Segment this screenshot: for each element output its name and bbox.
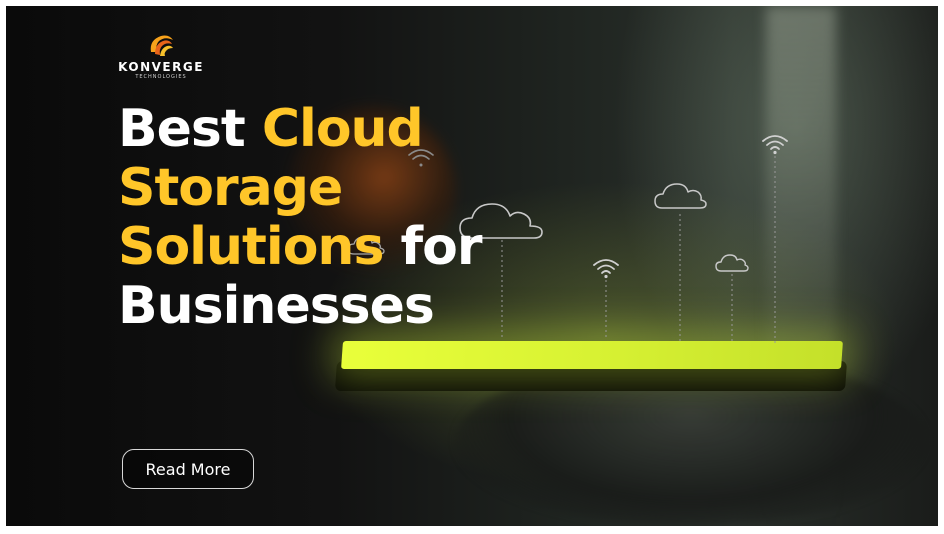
- dotted-connector: [678, 214, 682, 344]
- headline-text: Businesses: [118, 276, 435, 336]
- headline: Best Cloud Storage Solutions for Busines…: [118, 100, 483, 336]
- headline-text: Best: [118, 99, 262, 159]
- swirl-logo-icon: [150, 35, 173, 56]
- wifi-icon: [591, 256, 621, 280]
- headline-line-3: Solutions for: [118, 217, 483, 277]
- headline-accent: Storage: [118, 158, 343, 218]
- read-more-button[interactable]: Read More: [122, 449, 254, 489]
- dotted-connector: [500, 240, 504, 340]
- headline-line-1: Best Cloud: [118, 100, 482, 159]
- dotted-connector: [730, 274, 734, 344]
- wifi-icon: [760, 132, 790, 156]
- phone-screen-glow: [341, 341, 843, 369]
- brand-logo: KONVERGE TECHNOLOGIES: [106, 32, 216, 80]
- cloud-icon: [714, 250, 750, 276]
- dotted-connector: [604, 280, 608, 340]
- hero-banner: KONVERGE TECHNOLOGIES Best Cloud Storage…: [6, 6, 938, 526]
- headline-accent: Solutions: [118, 217, 384, 277]
- cloud-icon: [652, 176, 708, 216]
- headline-accent: Cloud: [261, 99, 424, 159]
- headline-line-4: Businesses: [118, 277, 482, 336]
- brand-subtitle: TECHNOLOGIES: [135, 74, 187, 80]
- dotted-connector: [773, 156, 777, 346]
- headline-text: for: [383, 217, 483, 277]
- headline-line-2: Storage: [118, 159, 482, 218]
- brand-name: KONVERGE: [118, 60, 204, 74]
